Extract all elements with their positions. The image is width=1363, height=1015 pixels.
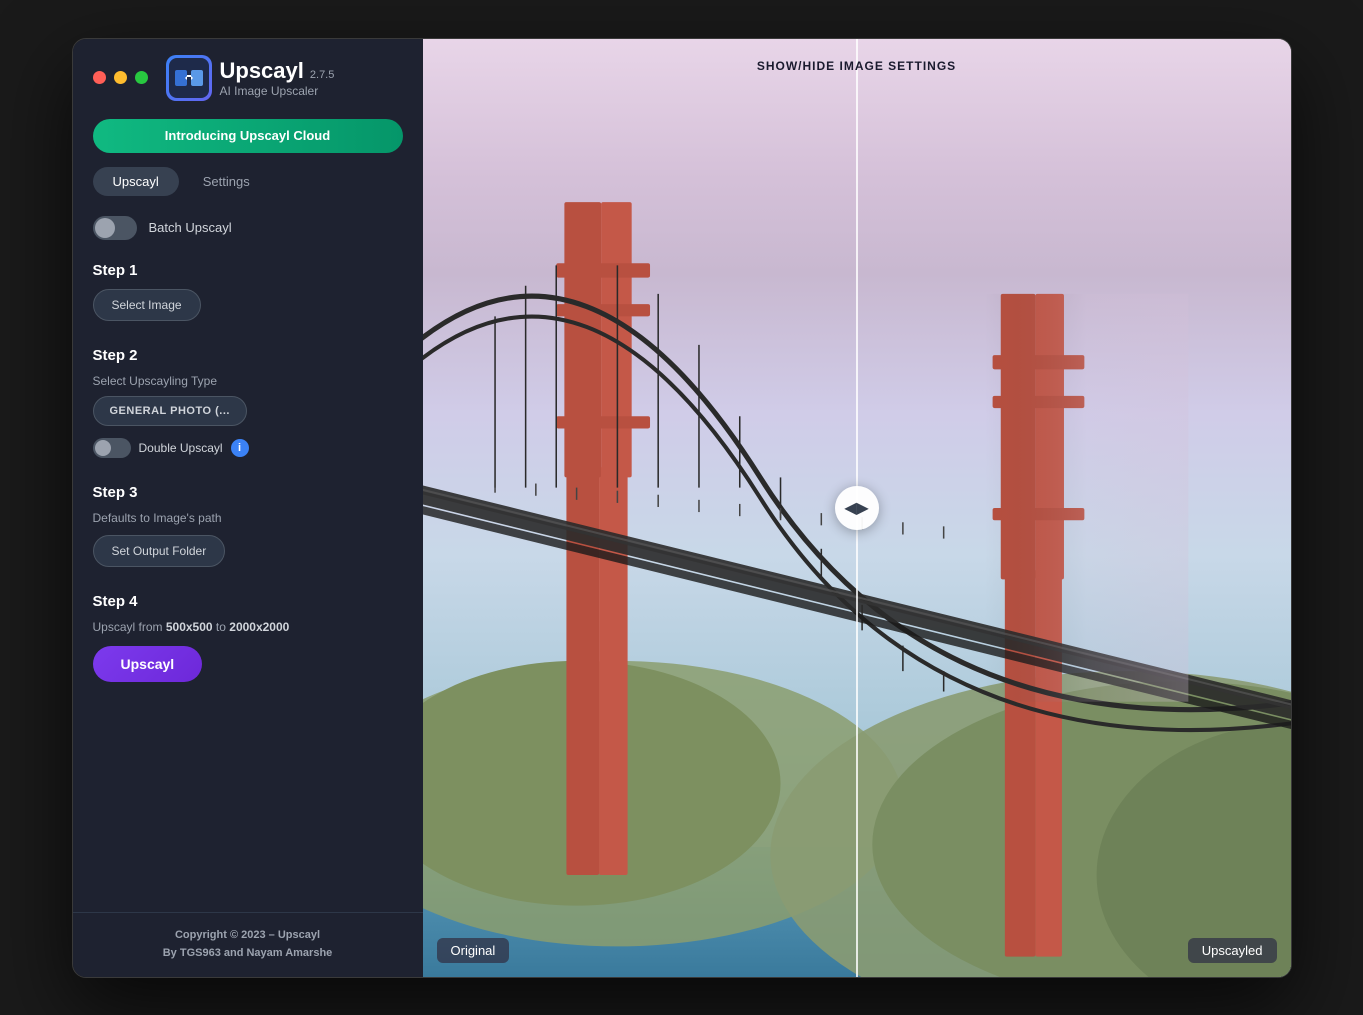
compare-handle[interactable]: ◀▶ [835, 486, 879, 530]
main-content: SHOW/HIDE IMAGE SETTINGS [423, 39, 1291, 977]
close-button[interactable] [93, 71, 106, 84]
step4-heading: Step 4 [93, 593, 403, 610]
app-logo [166, 55, 212, 101]
footer-credits-prefix: By [163, 947, 180, 959]
toggle-knob [95, 218, 115, 238]
batch-toggle-label: Batch Upscayl [149, 220, 232, 235]
cloud-banner[interactable]: Introducing Upscayl Cloud [93, 119, 403, 153]
upscayled-label: Upscayled [1188, 938, 1277, 963]
step4-desc: Upscayl from 500x500 to 2000x2000 [93, 620, 403, 634]
image-settings-bar[interactable]: SHOW/HIDE IMAGE SETTINGS [757, 57, 956, 75]
tab-settings[interactable]: Settings [183, 167, 270, 196]
step4-to-size: 2000x2000 [229, 620, 289, 634]
app-title-block: Upscayl 2.7.5 AI Image Upscaler [220, 58, 335, 98]
footer-text: Copyright © 2023 – Upscayl By TGS963 and… [93, 927, 403, 962]
step4-from-size: 500x500 [166, 620, 213, 634]
step1-block: Step 1 Select Image [93, 262, 403, 321]
compare-arrows-icon: ◀▶ [844, 498, 869, 518]
double-upscayl-row: Double Upscayl i [93, 438, 403, 458]
cloud-banner-text: Introducing Upscayl Cloud [165, 128, 330, 143]
tab-upscayl[interactable]: Upscayl [93, 167, 179, 196]
traffic-lights [93, 71, 148, 84]
original-label: Original [437, 938, 510, 963]
double-upscayl-label: Double Upscayl [139, 441, 223, 455]
double-upscayl-info-icon[interactable]: i [231, 439, 249, 457]
step4-to-text: to [213, 620, 230, 634]
batch-toggle[interactable] [93, 216, 137, 240]
select-image-button[interactable]: Select Image [93, 289, 201, 321]
upscayl-button[interactable]: Upscayl [93, 646, 203, 682]
sidebar: Upscayl 2.7.5 AI Image Upscaler Introduc… [73, 39, 423, 977]
fullscreen-button[interactable] [135, 71, 148, 84]
footer-copyright: Copyright © 2023 – [175, 929, 278, 941]
step2-heading: Step 2 [93, 347, 403, 364]
set-output-folder-button[interactable]: Set Output Folder [93, 535, 226, 567]
step3-block: Step 3 Defaults to Image's path Set Outp… [93, 484, 403, 567]
app-name-text: Upscayl [220, 58, 304, 84]
minimize-button[interactable] [114, 71, 127, 84]
step3-sublabel: Defaults to Image's path [93, 511, 403, 525]
double-upscayl-knob [95, 440, 111, 456]
double-upscayl-toggle[interactable] [93, 438, 131, 458]
step3-heading: Step 3 [93, 484, 403, 501]
titlebar: Upscayl 2.7.5 AI Image Upscaler [73, 39, 423, 115]
step2-block: Step 2 Select Upscayling Type GENERAL PH… [93, 347, 403, 458]
app-subtitle: AI Image Upscaler [220, 84, 335, 98]
batch-upscayl-row: Batch Upscayl [93, 216, 403, 240]
step1-heading: Step 1 [93, 262, 403, 279]
app-window: Upscayl 2.7.5 AI Image Upscaler Introduc… [72, 38, 1292, 978]
model-select-button[interactable]: GENERAL PHOTO (... [93, 396, 247, 426]
tab-bar: Upscayl Settings [93, 167, 403, 196]
bridge-scene: ◀▶ Original Upscayled [423, 39, 1291, 977]
app-version: 2.7.5 [310, 69, 334, 81]
image-settings-text: SHOW/HIDE IMAGE SETTINGS [757, 59, 956, 73]
image-viewer: ◀▶ Original Upscayled [423, 39, 1291, 977]
sidebar-content: Batch Upscayl Step 1 Select Image Step 2… [73, 216, 423, 913]
step2-sublabel: Select Upscayling Type [93, 374, 403, 388]
step4-block: Step 4 Upscayl from 500x500 to 2000x2000… [93, 593, 403, 682]
sidebar-footer: Copyright © 2023 – Upscayl By TGS963 and… [73, 912, 423, 976]
step4-prefix: Upscayl from [93, 620, 166, 634]
footer-brand: Upscayl [278, 929, 320, 941]
footer-credits: TGS963 and Nayam Amarshe [180, 947, 332, 959]
